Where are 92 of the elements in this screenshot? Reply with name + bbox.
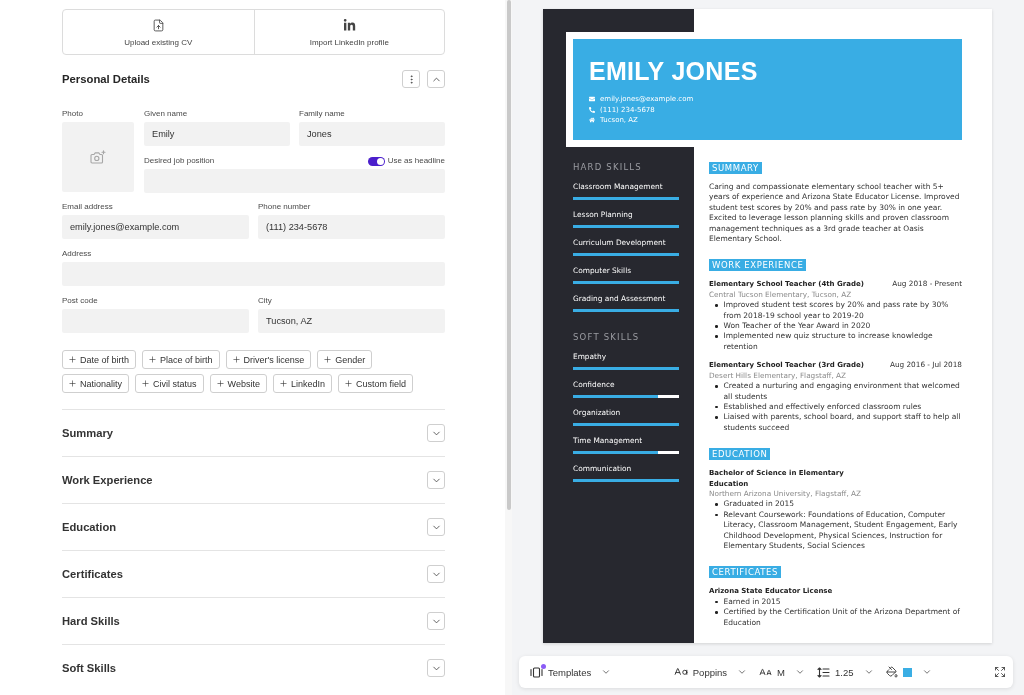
field-label: Photo [62, 109, 84, 119]
expand-section-button[interactable] [427, 424, 445, 442]
section-title: Hard Skills [62, 615, 120, 627]
scrollbar-thumb[interactable] [506, 0, 511, 510]
bullet-icon [715, 325, 718, 328]
resume-section-heading: SUMMARY [709, 162, 762, 174]
line-height-icon [817, 666, 831, 678]
templates-button[interactable]: Templates [530, 666, 612, 678]
bullet-icon [715, 503, 718, 506]
add-field-button[interactable]: Civil status [135, 374, 204, 393]
scrollbar[interactable] [505, 0, 512, 695]
plus-icon [141, 379, 151, 388]
bullet-icon [715, 513, 718, 517]
field-label: City [258, 296, 273, 306]
toggle-label: Use as headline [387, 156, 445, 166]
section-title: Soft Skills [62, 662, 117, 674]
bullet-icon [715, 600, 718, 604]
input-field[interactable]: emily.jones@example.com [62, 215, 249, 239]
chevron-down-icon [795, 667, 806, 677]
bullet-icon [715, 385, 718, 388]
add-field-button[interactable]: LinkedIn [272, 374, 332, 393]
expand-icon [994, 666, 1006, 678]
phone-icon [589, 106, 595, 113]
field-label: Desired job position [144, 156, 215, 166]
section-title: Personal Details [62, 73, 151, 85]
line-height-select[interactable]: 1.25 [817, 666, 874, 678]
color-select[interactable] [885, 666, 932, 678]
field-label: Post code [62, 296, 99, 306]
file-upload-icon [151, 19, 165, 32]
add-field-button[interactable]: Place of birth [142, 350, 220, 369]
chevron-down-icon [863, 667, 874, 677]
bullet-icon [715, 304, 718, 307]
linkedin-logo-icon [342, 19, 356, 32]
input-field[interactable]: Tucson, AZ [258, 309, 445, 333]
font-select[interactable]: Poppins [673, 665, 748, 679]
section-title: Education [62, 521, 117, 533]
input-field[interactable]: Jones [299, 122, 445, 146]
section-title: Certificates [62, 568, 123, 580]
sidebar-heading: HARD SKILLS [573, 162, 643, 172]
field-label: Family name [299, 109, 346, 119]
resume-section-heading: CERTIFICATES [709, 566, 781, 579]
bullet-icon [715, 611, 718, 614]
resume-name: EMILY JONES [589, 58, 759, 84]
photo-upload-field[interactable] [62, 122, 134, 192]
expand-section-button[interactable] [427, 565, 445, 583]
plus-icon [343, 379, 353, 388]
envelope-icon [589, 96, 595, 103]
paint-bucket-icon [885, 666, 898, 678]
resume-section-heading: EDUCATION [709, 448, 771, 461]
input-field[interactable]: (111) 234-5678 [258, 215, 445, 239]
add-field-button[interactable]: Gender [317, 350, 373, 369]
field-label: Address [62, 249, 93, 259]
input-field[interactable]: Emily [144, 122, 290, 146]
field-label: Phone number [258, 202, 312, 212]
field-label: Given name [144, 109, 189, 119]
collapse-button[interactable] [427, 70, 445, 88]
import-linkedin-button[interactable]: Import LinkedIn profile [253, 10, 444, 54]
templates-icon [530, 666, 543, 678]
field-label: Email address [62, 202, 114, 212]
fullscreen-button[interactable] [994, 666, 1006, 678]
headline-toggle[interactable] [367, 156, 385, 166]
plus-icon [231, 355, 241, 364]
plus-icon [68, 355, 77, 364]
chevron-down-icon [601, 667, 612, 677]
expand-section-button[interactable] [427, 518, 445, 536]
section-title: Work Experience [62, 474, 153, 486]
plus-icon [215, 379, 225, 388]
add-field-button[interactable]: Date of birth [62, 350, 137, 369]
home-icon [589, 117, 595, 124]
add-field-button[interactable]: Nationality [62, 374, 130, 393]
sidebar-heading: SOFT SKILLS [573, 332, 641, 342]
resume-section-heading: WORK EXPERIENCE [709, 259, 807, 272]
expand-section-button[interactable] [427, 471, 445, 489]
add-field-button[interactable]: Website [209, 374, 267, 393]
plus-icon [148, 355, 158, 364]
add-field-button[interactable]: Driver's license [225, 350, 312, 369]
more-options-button[interactable] [402, 70, 420, 88]
bullet-icon [715, 416, 718, 419]
text-size-select[interactable]: M [759, 665, 806, 679]
bullet-icon [715, 335, 718, 338]
bullet-icon [715, 405, 718, 409]
plus-icon [323, 355, 333, 364]
plus-icon [278, 379, 288, 388]
expand-section-button[interactable] [427, 659, 445, 677]
camera-plus-icon [90, 150, 106, 164]
expand-section-button[interactable] [427, 612, 445, 630]
section-title: Summary [62, 427, 113, 439]
chevron-down-icon [921, 667, 932, 677]
plus-icon [68, 379, 77, 388]
upload-cv-button[interactable]: Upload existing CV [63, 10, 254, 54]
chevron-down-icon [737, 667, 748, 677]
add-field-button[interactable]: Custom field [337, 374, 413, 393]
